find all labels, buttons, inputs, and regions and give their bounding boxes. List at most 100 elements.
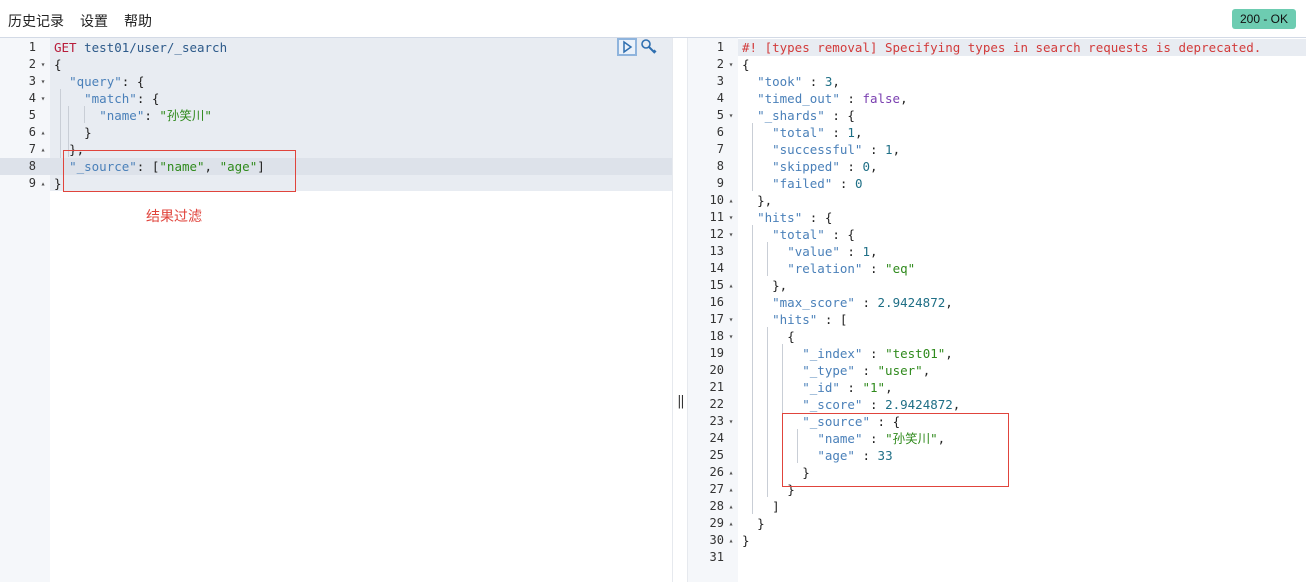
line-number-text: 8	[716, 159, 724, 173]
code-line[interactable]: }	[738, 481, 1306, 498]
pane-resize-handle[interactable]: ‖	[672, 38, 688, 582]
line-number: 8	[0, 158, 50, 175]
line-number: 28 ▴	[688, 498, 738, 515]
line-number-text: 5	[716, 108, 724, 122]
line-number-text: 15	[709, 278, 724, 292]
code-line[interactable]: #! [types removal] Specifying types in s…	[738, 39, 1306, 56]
annotation-label: 结果过滤	[146, 209, 202, 225]
code-line[interactable]: }	[50, 175, 672, 192]
line-number-text: 31	[709, 550, 724, 564]
line-number-text: 13	[709, 244, 724, 258]
fold-arrow-up-icon[interactable]: ▴	[726, 498, 736, 515]
code-line[interactable]: ]	[738, 498, 1306, 515]
code-line[interactable]: "relation" : "eq"	[738, 260, 1306, 277]
line-number: 8	[688, 158, 738, 175]
line-number-text: 1	[28, 40, 36, 54]
fold-arrow-down-icon[interactable]: ▾	[726, 107, 736, 124]
line-number-text: 4	[716, 91, 724, 105]
code-line[interactable]: GET test01/user/_search	[50, 39, 672, 56]
code-line[interactable]: "age" : 33	[738, 447, 1306, 464]
fold-arrow-up-icon[interactable]: ▴	[726, 481, 736, 498]
code-line[interactable]: "value" : 1,	[738, 243, 1306, 260]
line-number: 17 ▾	[688, 311, 738, 328]
fold-arrow-up-icon[interactable]: ▴	[38, 175, 48, 192]
response-viewer[interactable]: 1 2 ▾ 3 4 5 ▾ 6 7 8 9 10 ▴ 11 ▾ 12 ▾ 13 14 15 ▴ 16 17 ▾ 18 ▾ 19 20 2…	[688, 38, 1306, 582]
menu-help[interactable]: 帮助	[124, 11, 152, 31]
code-line[interactable]	[738, 549, 1306, 566]
code-line[interactable]: "match": {	[50, 90, 672, 107]
line-number-text: 11	[709, 210, 724, 224]
line-number-text: 20	[709, 363, 724, 377]
menu-history[interactable]: 历史记录	[8, 11, 64, 31]
code-line[interactable]: "_index" : "test01",	[738, 345, 1306, 362]
fold-arrow-down-icon[interactable]: ▾	[726, 413, 736, 430]
request-code[interactable]: GET test01/user/_search{ "query": { "mat…	[50, 38, 672, 582]
line-number: 5 ▾	[688, 107, 738, 124]
code-line[interactable]: "name" : "孙笑川",	[738, 430, 1306, 447]
fold-arrow-up-icon[interactable]: ▴	[38, 124, 48, 141]
grip-icon: ‖	[677, 394, 685, 409]
code-line[interactable]: "total" : 1,	[738, 124, 1306, 141]
fold-arrow-up-icon[interactable]: ▴	[726, 532, 736, 549]
code-line[interactable]: "failed" : 0	[738, 175, 1306, 192]
line-number-text: 2	[716, 57, 724, 71]
line-number: 24	[688, 430, 738, 447]
code-line[interactable]: "_id" : "1",	[738, 379, 1306, 396]
fold-arrow-up-icon[interactable]: ▴	[726, 192, 736, 209]
response-code[interactable]: #! [types removal] Specifying types in s…	[738, 38, 1306, 582]
fold-arrow-down-icon[interactable]: ▾	[726, 56, 736, 73]
code-line[interactable]: "max_score" : 2.9424872,	[738, 294, 1306, 311]
code-line[interactable]: "query": {	[50, 73, 672, 90]
code-line[interactable]: }	[738, 464, 1306, 481]
fold-arrow-down-icon[interactable]: ▾	[38, 56, 48, 73]
code-line[interactable]: "_source" : {	[738, 413, 1306, 430]
code-line[interactable]: }	[50, 124, 672, 141]
line-number-text: 16	[709, 295, 724, 309]
code-line[interactable]: "successful" : 1,	[738, 141, 1306, 158]
line-number: 1	[0, 39, 50, 56]
code-line[interactable]: "_type" : "user",	[738, 362, 1306, 379]
fold-arrow-down-icon[interactable]: ▾	[38, 90, 48, 107]
request-gutter: 1 2 ▾ 3 ▾ 4 ▾ 5 6 ▴ 7 ▴ 8 9 ▴	[0, 38, 50, 582]
request-editor[interactable]: 1 2 ▾ 3 ▾ 4 ▾ 5 6 ▴ 7 ▴ 8 9 ▴ GET test01/user/_search{…	[0, 38, 672, 582]
fold-arrow-up-icon[interactable]: ▴	[726, 515, 736, 532]
code-line[interactable]: }	[738, 532, 1306, 549]
code-line[interactable]: "took" : 3,	[738, 73, 1306, 90]
line-number: 5	[0, 107, 50, 124]
code-line[interactable]: }	[738, 515, 1306, 532]
code-line[interactable]: },	[738, 277, 1306, 294]
code-line[interactable]: "total" : {	[738, 226, 1306, 243]
line-number-text: 7	[28, 142, 36, 156]
code-line[interactable]: "_score" : 2.9424872,	[738, 396, 1306, 413]
code-line[interactable]: "hits" : {	[738, 209, 1306, 226]
line-number-text: 6	[716, 125, 724, 139]
code-line[interactable]: {	[738, 56, 1306, 73]
code-line[interactable]: "skipped" : 0,	[738, 158, 1306, 175]
fold-arrow-up-icon[interactable]: ▴	[726, 277, 736, 294]
code-line[interactable]: "_shards" : {	[738, 107, 1306, 124]
line-number-text: 22	[709, 397, 724, 411]
menu-settings[interactable]: 设置	[80, 11, 108, 31]
code-line[interactable]: {	[50, 56, 672, 73]
fold-arrow-down-icon[interactable]: ▾	[38, 73, 48, 90]
response-gutter: 1 2 ▾ 3 4 5 ▾ 6 7 8 9 10 ▴ 11 ▾ 12 ▾ 13 14 15 ▴ 16 17 ▾ 18 ▾ 19 20 2…	[688, 38, 738, 582]
line-number-text: 1	[716, 40, 724, 54]
code-line[interactable]: {	[738, 328, 1306, 345]
fold-arrow-up-icon[interactable]: ▴	[38, 141, 48, 158]
line-number-text: 9	[716, 176, 724, 190]
code-line[interactable]: "timed_out" : false,	[738, 90, 1306, 107]
line-number: 26 ▴	[688, 464, 738, 481]
fold-arrow-down-icon[interactable]: ▾	[726, 226, 736, 243]
code-line[interactable]: "_source": ["name", "age"]	[50, 158, 672, 175]
fold-arrow-down-icon[interactable]: ▾	[726, 311, 736, 328]
code-line[interactable]: "name": "孙笑川"	[50, 107, 672, 124]
code-line[interactable]: "hits" : [	[738, 311, 1306, 328]
line-number: 9 ▴	[0, 175, 50, 192]
fold-arrow-down-icon[interactable]: ▾	[726, 328, 736, 345]
code-line[interactable]: },	[738, 192, 1306, 209]
fold-arrow-down-icon[interactable]: ▾	[726, 209, 736, 226]
code-line[interactable]: },	[50, 141, 672, 158]
line-number: 13	[688, 243, 738, 260]
line-number: 30 ▴	[688, 532, 738, 549]
fold-arrow-up-icon[interactable]: ▴	[726, 464, 736, 481]
